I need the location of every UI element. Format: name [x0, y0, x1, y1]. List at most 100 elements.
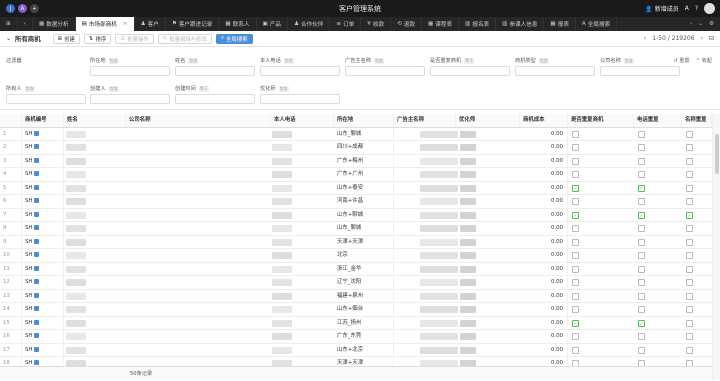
- name-checkbox[interactable]: [686, 184, 693, 192]
- dup-checkbox[interactable]: [572, 252, 579, 259]
- name-checkbox[interactable]: [686, 333, 693, 340]
- opportunity-id[interactable]: SH: [22, 262, 64, 276]
- name-checkbox[interactable]: [686, 238, 693, 246]
- sort-button[interactable]: ⇅ 排序: [83, 33, 112, 44]
- phone-checkbox[interactable]: [638, 171, 645, 178]
- prev-page-icon[interactable]: ‹: [644, 35, 646, 42]
- phone-checkbox[interactable]: [638, 225, 645, 232]
- opportunity-id[interactable]: SH: [22, 330, 64, 343]
- tab-15[interactable]: A 全局搜索: [576, 17, 618, 31]
- dup-checkbox[interactable]: [572, 157, 579, 165]
- name-checkbox[interactable]: [686, 252, 693, 259]
- vertical-scrollbar[interactable]: [712, 114, 720, 380]
- tab-12[interactable]: ▥ 报名表: [459, 17, 497, 31]
- table-row[interactable]: 14 SH 山东+烟台 0.00: [0, 303, 712, 317]
- name-checkbox[interactable]: [686, 130, 693, 138]
- tab-6[interactable]: ▣ 产品: [257, 17, 288, 31]
- name-checkbox[interactable]: [686, 265, 693, 273]
- dup-checkbox[interactable]: ✓: [572, 184, 579, 192]
- opportunity-id[interactable]: SH: [22, 235, 64, 249]
- filter-input[interactable]: [345, 66, 425, 76]
- filter-input[interactable]: [430, 66, 510, 76]
- opportunity-id[interactable]: SH: [22, 181, 64, 195]
- filter-input[interactable]: [90, 94, 170, 104]
- add-icon[interactable]: +: [30, 4, 39, 13]
- filter-input[interactable]: [260, 94, 340, 104]
- opportunity-id[interactable]: SH: [22, 141, 64, 154]
- name-checkbox[interactable]: [686, 171, 693, 178]
- tab-10[interactable]: ⟲ 退款: [391, 17, 422, 31]
- phone-checkbox[interactable]: [638, 252, 645, 259]
- name-checkbox[interactable]: [686, 319, 693, 327]
- tab-11[interactable]: ▦ 课程表: [422, 17, 460, 31]
- opportunity-id[interactable]: SH: [22, 168, 64, 181]
- column-header[interactable]: 本人电话: [271, 114, 334, 127]
- filter-operator[interactable]: 等于: [464, 57, 475, 64]
- dup-checkbox[interactable]: [572, 306, 579, 313]
- table-row[interactable]: 3 SH 广东+梅州 0.00: [0, 154, 712, 168]
- table-row[interactable]: 2 SH 四川+成都 0.00: [0, 141, 712, 155]
- phone-checkbox[interactable]: [638, 292, 645, 300]
- filter-operator[interactable]: 包含: [283, 57, 294, 64]
- phone-checkbox[interactable]: [638, 333, 645, 340]
- A-icon[interactable]: A: [685, 5, 689, 12]
- close-icon[interactable]: ×: [123, 21, 128, 27]
- table-row[interactable]: 15 SH 江苏_扬州 0.00 ✓ ✓: [0, 316, 712, 330]
- dup-checkbox[interactable]: [572, 346, 579, 354]
- help-icon[interactable]: ?: [695, 5, 698, 12]
- column-header[interactable]: 公司名称: [126, 114, 271, 127]
- filter-operator[interactable]: 包含: [108, 57, 119, 64]
- table-row[interactable]: 7 SH 山东+聊城 0.00 ✓ ✓ ✓: [0, 208, 712, 222]
- phone-checkbox[interactable]: [638, 157, 645, 165]
- filter-operator[interactable]: 等于: [198, 85, 209, 92]
- column-header[interactable]: 所在地: [334, 114, 394, 127]
- next-page-icon[interactable]: ›: [701, 35, 703, 42]
- filter-input[interactable]: [175, 66, 255, 76]
- phone-checkbox[interactable]: [638, 130, 645, 138]
- add-member-button[interactable]: 👤 新增成员: [645, 4, 678, 13]
- tab-5[interactable]: ▦ 联系人: [219, 17, 257, 31]
- tab-1[interactable]: ▦ 数据分析: [33, 17, 76, 31]
- settings-icon[interactable]: ⚙: [709, 21, 714, 27]
- filter-operator[interactable]: 包含: [278, 85, 289, 92]
- column-header[interactable]: 名称重复: [682, 114, 712, 127]
- table-row[interactable]: 8 SH 山东_聊城 0.00: [0, 222, 712, 236]
- phone-checkbox[interactable]: [638, 306, 645, 313]
- batch-button[interactable]: ☰ 批量操作: [115, 33, 154, 44]
- phone-checkbox[interactable]: [638, 238, 645, 246]
- phone-checkbox[interactable]: ✓: [638, 319, 645, 327]
- tab-8[interactable]: ≡ 订单: [330, 17, 362, 31]
- name-checkbox[interactable]: [686, 292, 693, 300]
- name-checkbox[interactable]: [686, 279, 693, 286]
- opportunity-id[interactable]: SH: [22, 249, 64, 262]
- filter-input[interactable]: [90, 66, 170, 76]
- chevron-right-icon[interactable]: ›: [690, 21, 692, 27]
- opportunity-id[interactable]: SH: [22, 154, 64, 168]
- dup-checkbox[interactable]: [572, 333, 579, 340]
- table-row[interactable]: 17 SH 山东+北京 0.00: [0, 343, 712, 357]
- dup-checkbox[interactable]: [572, 130, 579, 138]
- opportunity-id[interactable]: SH: [22, 289, 64, 303]
- tab-9[interactable]: ¥ 收款: [361, 17, 392, 31]
- chevron-down-icon[interactable]: ⌄: [6, 35, 11, 42]
- name-checkbox[interactable]: [686, 198, 693, 205]
- phone-checkbox[interactable]: [638, 279, 645, 286]
- collapse-filter-button[interactable]: ⌃ 收起: [696, 57, 712, 64]
- name-checkbox[interactable]: [686, 157, 693, 165]
- opportunity-id[interactable]: SH: [22, 316, 64, 330]
- grid-settings-icon[interactable]: ⊟: [709, 35, 714, 42]
- dup-checkbox[interactable]: [572, 225, 579, 232]
- phone-checkbox[interactable]: ✓: [638, 184, 645, 192]
- column-header[interactable]: 广告主名称: [394, 114, 456, 127]
- opportunity-id[interactable]: SH: [22, 276, 64, 289]
- table-row[interactable]: 11 SH 浙江_金华 0.00: [0, 262, 712, 276]
- dup-checkbox[interactable]: [572, 279, 579, 286]
- column-header[interactable]: 电话重复: [634, 114, 682, 127]
- name-checkbox[interactable]: [686, 144, 693, 151]
- table-row[interactable]: 10 SH 北京 0.00: [0, 249, 712, 263]
- filter-input[interactable]: [175, 94, 255, 104]
- user-icon[interactable]: J: [6, 4, 15, 13]
- table-row[interactable]: 9 SH 天津+天津 0.00: [0, 235, 712, 249]
- opportunity-id[interactable]: SH: [22, 127, 64, 141]
- table-row[interactable]: 5 SH 山东+泰安 0.00 ✓ ✓: [0, 181, 712, 195]
